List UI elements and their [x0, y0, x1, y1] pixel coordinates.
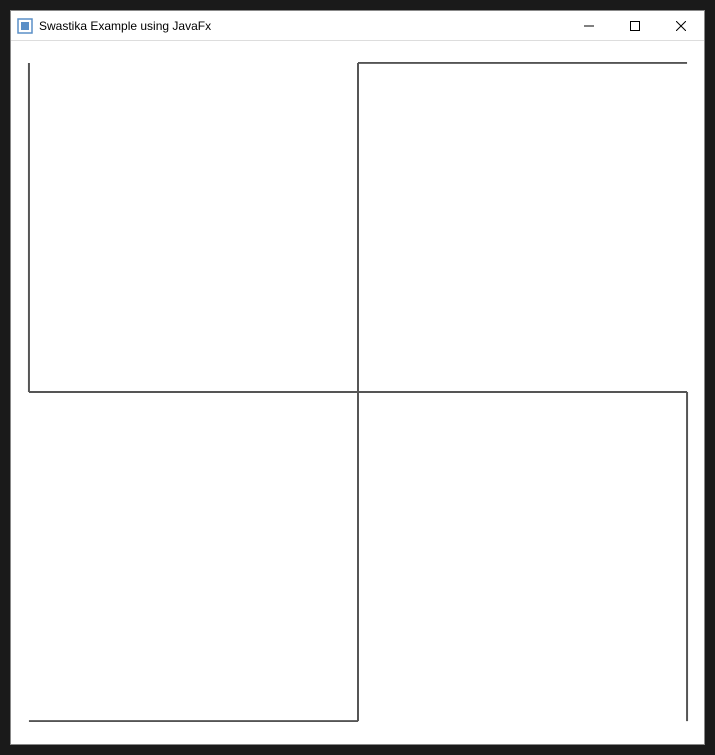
close-button[interactable]: [658, 11, 704, 40]
minimize-button[interactable]: [566, 11, 612, 40]
maximize-button[interactable]: [612, 11, 658, 40]
app-icon: [17, 18, 33, 34]
window-controls: [566, 11, 704, 40]
window-title: Swastika Example using JavaFx: [39, 19, 566, 33]
drawing-canvas: [11, 41, 704, 744]
titlebar: Swastika Example using JavaFx: [11, 11, 704, 41]
application-window: Swastika Example using JavaFx: [10, 10, 705, 745]
canvas-area: [11, 41, 704, 744]
